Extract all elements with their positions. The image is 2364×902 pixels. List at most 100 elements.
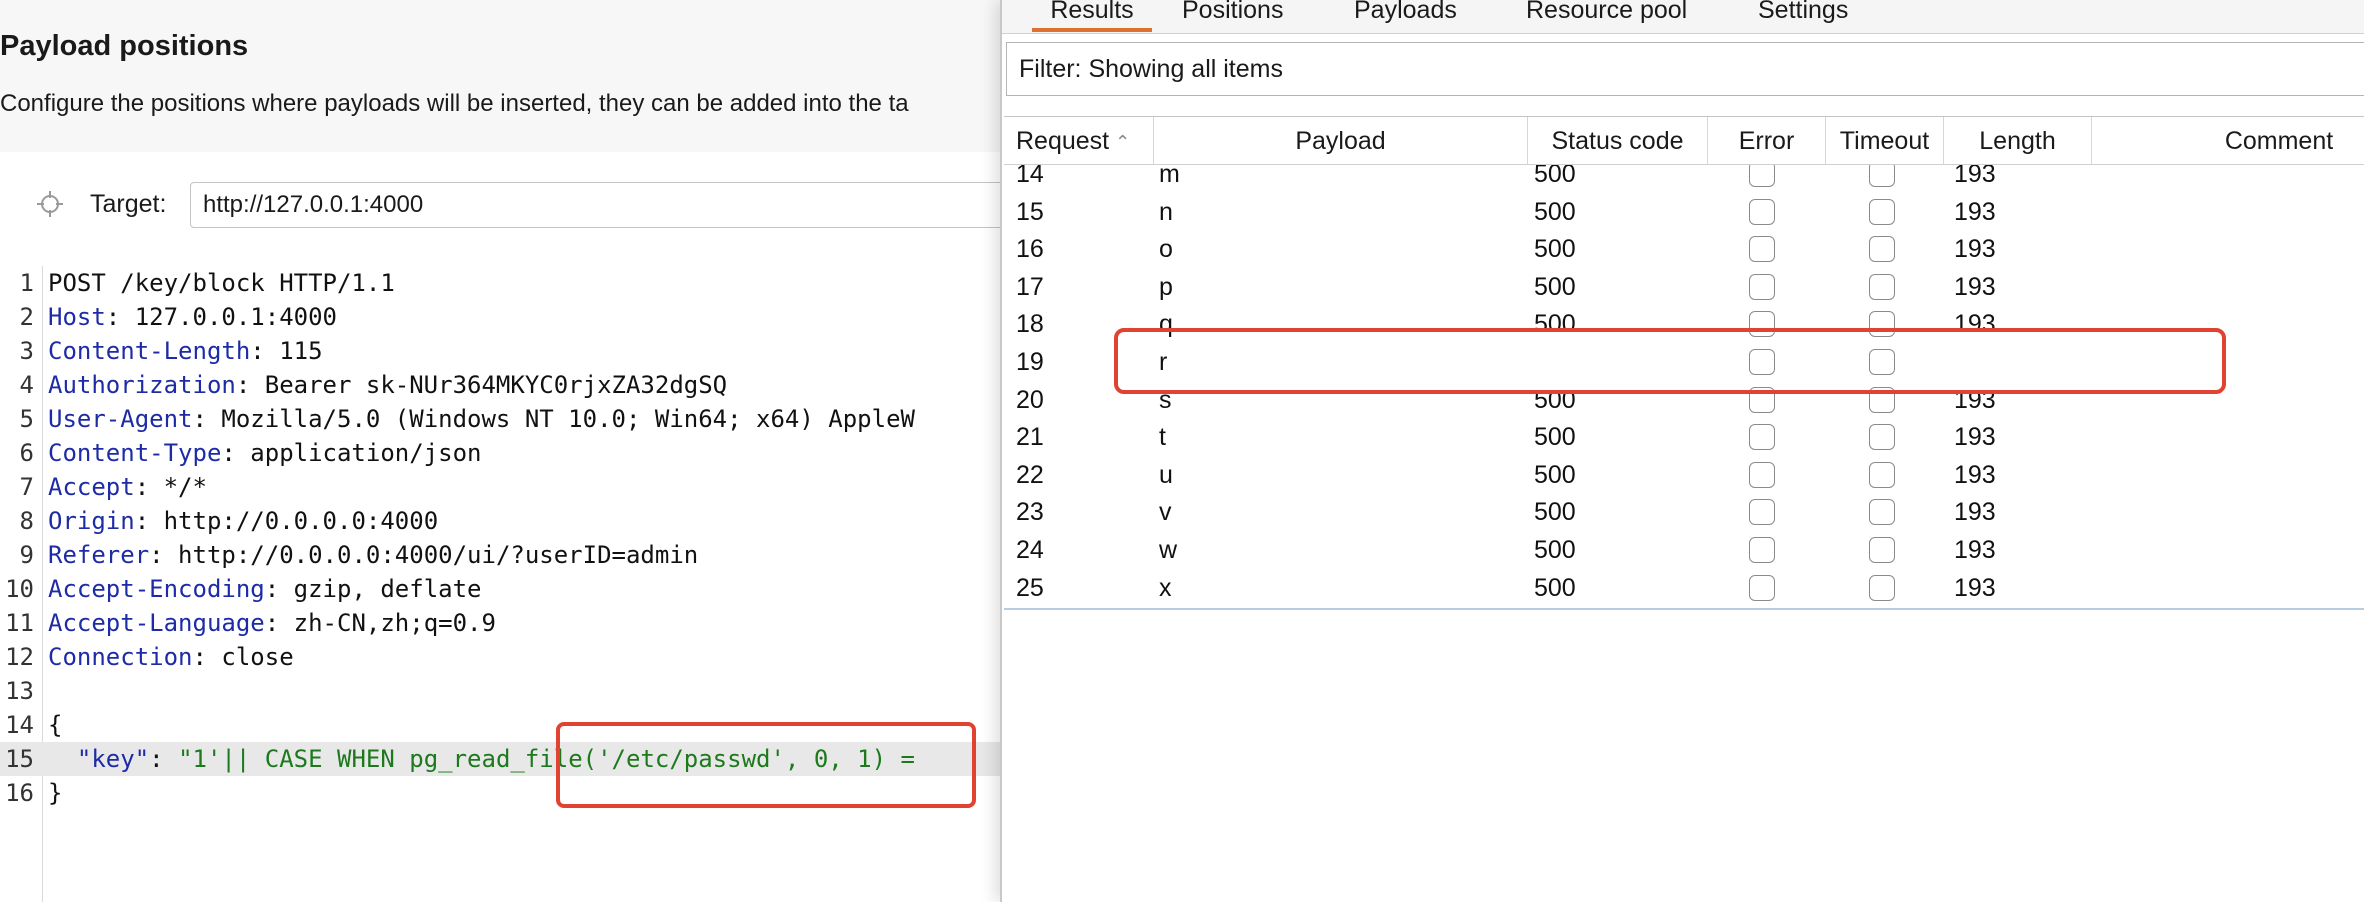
timeout-checkbox[interactable] bbox=[1869, 165, 1895, 187]
target-url-input[interactable] bbox=[190, 182, 1000, 228]
header-name: Host bbox=[48, 303, 106, 331]
timeout-checkbox[interactable] bbox=[1869, 236, 1895, 263]
header-value: : Bearer sk-NUr364MKYC0rjxZA32dgSQ bbox=[235, 371, 728, 399]
column-header-length[interactable]: Length bbox=[1944, 117, 2092, 165]
cell-request: 22 bbox=[1016, 460, 1044, 489]
line-number: 9 bbox=[19, 541, 34, 569]
table-row[interactable]: 25 x 500 193 bbox=[1004, 569, 2364, 607]
timeout-checkbox[interactable] bbox=[1869, 499, 1895, 526]
cell-status-code: 500 bbox=[1534, 423, 1576, 452]
error-checkbox[interactable] bbox=[1749, 165, 1775, 187]
code-line[interactable]: 2 Host: 127.0.0.1:4000 bbox=[0, 300, 1000, 334]
line-number: 7 bbox=[19, 473, 34, 501]
code-line[interactable]: 10 Accept-Encoding: gzip, deflate bbox=[0, 572, 1000, 606]
header-value: : Mozilla/5.0 (Windows NT 10.0; Win64; x… bbox=[192, 405, 915, 433]
code-line[interactable]: 3 Content-Length: 115 bbox=[0, 334, 1000, 368]
tab-bar: Results Positions Payloads Resource pool… bbox=[1002, 0, 2364, 34]
crosshair-icon[interactable] bbox=[36, 190, 64, 218]
cell-request: 24 bbox=[1016, 536, 1044, 564]
line-number: 2 bbox=[19, 303, 34, 331]
line-number: 13 bbox=[5, 677, 34, 705]
header-value: : http://0.0.0.0:4000 bbox=[134, 507, 439, 535]
column-header-status-code[interactable]: Status code bbox=[1528, 117, 1708, 165]
highlight-box-row bbox=[1114, 328, 2226, 394]
column-header-comment[interactable]: Comment bbox=[2092, 117, 2364, 165]
tab-positions[interactable]: Positions bbox=[1182, 0, 1283, 32]
error-checkbox[interactable] bbox=[1749, 537, 1775, 563]
error-checkbox[interactable] bbox=[1749, 574, 1775, 601]
error-checkbox[interactable] bbox=[1749, 461, 1775, 488]
error-checkbox[interactable] bbox=[1749, 424, 1775, 451]
header-value: : close bbox=[192, 643, 294, 671]
code-line[interactable]: 1 POST /key/block HTTP/1.1 bbox=[0, 266, 1000, 300]
cell-length: 193 bbox=[1954, 235, 1996, 264]
header-name: Content-Type bbox=[48, 439, 222, 467]
timeout-checkbox[interactable] bbox=[1869, 273, 1895, 300]
cell-payload: o bbox=[1159, 235, 1173, 264]
code-text: POST /key/block HTTP/1.1 bbox=[48, 266, 395, 300]
code-line[interactable]: 7 Accept: */* bbox=[0, 470, 1000, 504]
cell-length: 193 bbox=[1954, 460, 1996, 489]
table-row[interactable]: 16 o 500 193 bbox=[1004, 230, 2364, 268]
error-checkbox[interactable] bbox=[1749, 198, 1775, 225]
code-line[interactable]: 9 Referer: http://0.0.0.0:4000/ui/?userID… bbox=[0, 538, 1000, 572]
tab-results[interactable]: Results bbox=[1032, 0, 1152, 32]
error-checkbox[interactable] bbox=[1749, 499, 1775, 526]
header-value: POST /key/block HTTP/1.1 bbox=[48, 269, 395, 297]
code-text: Content-Length: 115 bbox=[48, 334, 323, 368]
sort-ascending-icon: ⌃ bbox=[1115, 132, 1131, 153]
table-row[interactable]: 24 w 500 193 bbox=[1004, 531, 2364, 569]
table-row[interactable]: 15 n 500 193 bbox=[1004, 193, 2364, 231]
timeout-checkbox[interactable] bbox=[1869, 574, 1895, 601]
line-number: 11 bbox=[5, 609, 34, 637]
table-row[interactable]: 22 u 500 193 bbox=[1004, 456, 2364, 494]
cell-request: 18 bbox=[1016, 310, 1044, 339]
code-line[interactable]: 11 Accept-Language: zh-CN,zh;q=0.9 bbox=[0, 606, 1000, 640]
line-number: 4 bbox=[19, 371, 34, 399]
cell-length: 193 bbox=[1954, 197, 1996, 226]
header-name: Connection bbox=[48, 643, 193, 671]
column-header-error[interactable]: Error bbox=[1708, 117, 1826, 165]
cell-length: 193 bbox=[1954, 272, 1996, 301]
timeout-checkbox[interactable] bbox=[1869, 198, 1895, 225]
code-text: User-Agent: Mozilla/5.0 (Windows NT 10.0… bbox=[48, 402, 915, 436]
code-line[interactable]: 13 bbox=[0, 674, 1000, 708]
timeout-checkbox[interactable] bbox=[1869, 424, 1895, 451]
code-text: { bbox=[48, 708, 62, 742]
header-name: Accept-Encoding bbox=[48, 575, 265, 603]
code-line[interactable]: 4 Authorization: Bearer sk-NUr364MKYC0rjx… bbox=[0, 368, 1000, 402]
table-row[interactable]: 23 v 500 193 bbox=[1004, 493, 2364, 531]
table-row[interactable]: 14 m 500 193 bbox=[1004, 165, 2364, 193]
tab-settings[interactable]: Settings bbox=[1758, 0, 1848, 32]
column-header-request[interactable]: Request ⌃ bbox=[1004, 117, 1154, 165]
code-line[interactable]: 5 User-Agent: Mozilla/5.0 (Windows NT 10.… bbox=[0, 402, 1000, 436]
cell-payload: v bbox=[1159, 498, 1172, 527]
cell-request: 14 bbox=[1016, 165, 1044, 188]
header-value: : bbox=[149, 745, 179, 773]
table-row[interactable]: 17 p 500 193 bbox=[1004, 268, 2364, 306]
code-text: Authorization: Bearer sk-NUr364MKYC0rjxZ… bbox=[48, 368, 727, 402]
tab-payloads[interactable]: Payloads bbox=[1354, 0, 1457, 32]
timeout-checkbox[interactable] bbox=[1869, 461, 1895, 488]
column-header-timeout[interactable]: Timeout bbox=[1826, 117, 1944, 165]
code-text: Host: 127.0.0.1:4000 bbox=[48, 300, 337, 334]
cell-request: 25 bbox=[1016, 573, 1044, 602]
highlight-box-payload bbox=[556, 722, 976, 808]
line-number: 14 bbox=[5, 711, 34, 739]
error-checkbox[interactable] bbox=[1749, 236, 1775, 263]
filter-bar[interactable]: Filter: Showing all items bbox=[1006, 42, 2364, 96]
column-header-payload[interactable]: Payload bbox=[1154, 117, 1528, 165]
cell-request: 19 bbox=[1016, 348, 1044, 376]
timeout-checkbox[interactable] bbox=[1869, 537, 1895, 563]
header-name: Referer bbox=[48, 541, 150, 569]
table-row[interactable]: 21 t 500 193 bbox=[1004, 418, 2364, 456]
header-value: : application/json bbox=[221, 439, 482, 467]
code-line[interactable]: 12 Connection: close bbox=[0, 640, 1000, 674]
header-value: : http://0.0.0.0:4000/ui/?userID=admin bbox=[149, 541, 699, 569]
cell-status-code: 500 bbox=[1534, 460, 1576, 489]
code-line[interactable]: 8 Origin: http://0.0.0.0:4000 bbox=[0, 504, 1000, 538]
code-line[interactable]: 6 Content-Type: application/json bbox=[0, 436, 1000, 470]
error-checkbox[interactable] bbox=[1749, 273, 1775, 300]
tab-resource-pool[interactable]: Resource pool bbox=[1526, 0, 1687, 32]
cell-status-code: 500 bbox=[1534, 536, 1576, 564]
